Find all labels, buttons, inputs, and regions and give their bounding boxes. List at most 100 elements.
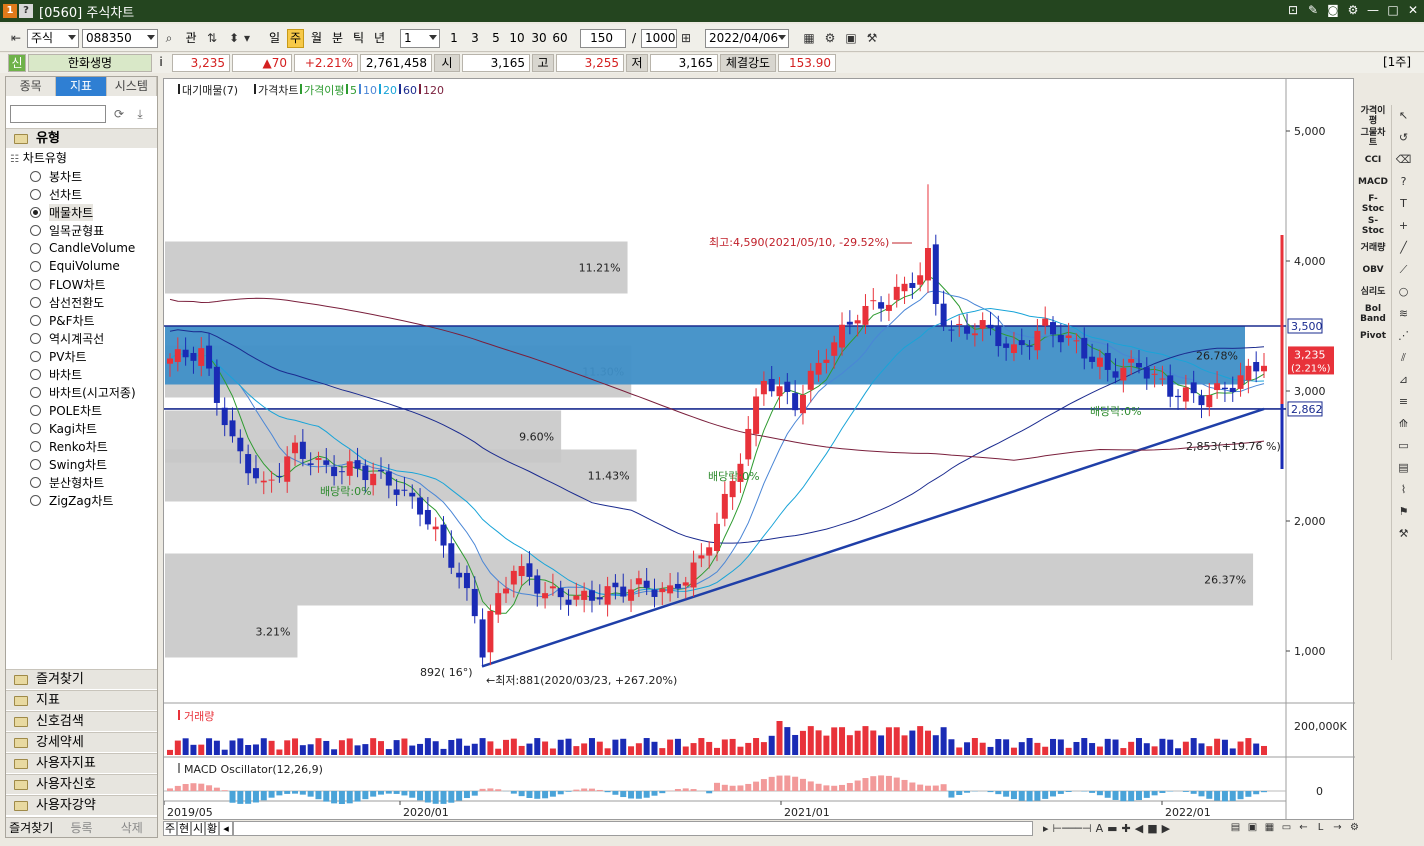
candle-body[interactable] bbox=[940, 303, 947, 326]
macd-bar[interactable] bbox=[487, 788, 494, 791]
excel-icon[interactable]: ▤ bbox=[1228, 820, 1243, 835]
macd-bar[interactable] bbox=[1245, 791, 1252, 797]
edit-icon[interactable]: ✎ bbox=[1306, 3, 1320, 17]
macd-bar[interactable] bbox=[471, 791, 478, 796]
candle-body[interactable] bbox=[284, 456, 291, 482]
candle-body[interactable] bbox=[1050, 322, 1057, 335]
volume-bar[interactable] bbox=[354, 745, 361, 755]
macd-bar[interactable] bbox=[245, 791, 252, 804]
volume-bar[interactable] bbox=[1151, 746, 1158, 755]
macd-bar[interactable] bbox=[831, 785, 838, 791]
macd-bar[interactable] bbox=[432, 791, 439, 804]
candle-body[interactable] bbox=[1206, 394, 1213, 408]
macd-bar[interactable] bbox=[346, 791, 353, 804]
candle-body[interactable] bbox=[581, 590, 588, 600]
save-icon[interactable]: ▣ bbox=[843, 30, 859, 46]
volume-bar[interactable] bbox=[338, 740, 345, 755]
radio-button[interactable] bbox=[30, 332, 41, 344]
macd-bar[interactable] bbox=[940, 784, 947, 791]
macd-bar[interactable] bbox=[1237, 791, 1244, 800]
volume-bar[interactable] bbox=[729, 738, 736, 755]
macd-bar[interactable] bbox=[1128, 791, 1135, 802]
candle-body[interactable] bbox=[948, 329, 955, 331]
skip-first-icon[interactable]: ⇤ bbox=[8, 30, 24, 46]
candle-body[interactable] bbox=[964, 326, 971, 334]
zoom-slider-icon[interactable]: ⊢───⊣ bbox=[1053, 820, 1092, 838]
volume-bar[interactable] bbox=[448, 739, 455, 755]
candle-body[interactable] bbox=[549, 586, 556, 589]
period-year[interactable]: 년 bbox=[371, 29, 388, 48]
favorites-footer-button[interactable]: 즐겨찾기 bbox=[6, 818, 56, 837]
candle-body[interactable] bbox=[424, 509, 431, 525]
volume-bar[interactable] bbox=[924, 730, 931, 755]
multi-chart-icon[interactable]: ▦ bbox=[1262, 820, 1277, 835]
volume-bar[interactable] bbox=[737, 746, 744, 755]
candle-body[interactable] bbox=[674, 583, 681, 589]
quick-indicator-button[interactable]: 거래량 bbox=[1358, 237, 1388, 259]
volume-bar[interactable] bbox=[753, 738, 760, 755]
stock-code-input[interactable]: 088350 bbox=[82, 29, 158, 48]
candle-body[interactable] bbox=[409, 492, 416, 497]
volume-bar[interactable] bbox=[995, 739, 1002, 755]
period-week[interactable]: 주 bbox=[287, 29, 304, 48]
auto-trend-icon[interactable]: ⟰ bbox=[1392, 413, 1415, 435]
volume-bar[interactable] bbox=[495, 748, 502, 755]
radio-button[interactable] bbox=[30, 242, 41, 254]
candle-body[interactable] bbox=[729, 481, 736, 498]
candle-body[interactable] bbox=[753, 396, 760, 434]
volume-bar[interactable] bbox=[854, 730, 861, 755]
macd-bar[interactable] bbox=[909, 782, 916, 791]
refresh-icon[interactable]: ⟳ bbox=[110, 105, 128, 123]
candle-body[interactable] bbox=[1112, 371, 1119, 378]
volume-bar[interactable] bbox=[885, 727, 892, 755]
macd-bar[interactable] bbox=[331, 791, 338, 804]
macd-bar[interactable] bbox=[604, 791, 611, 793]
chart-type-option[interactable]: 분산형차트 bbox=[30, 473, 136, 491]
macd-bar[interactable] bbox=[581, 788, 588, 791]
volume-bar[interactable] bbox=[315, 738, 322, 755]
quick-indicator-button[interactable]: 그물차트 bbox=[1358, 127, 1388, 149]
candle-body[interactable] bbox=[487, 610, 494, 653]
volume-bar[interactable] bbox=[393, 740, 400, 755]
trend-line[interactable] bbox=[481, 407, 1265, 668]
window-icon[interactable]: ▭ bbox=[1392, 435, 1415, 457]
candle-body[interactable] bbox=[526, 563, 533, 577]
macd-bar[interactable] bbox=[354, 791, 361, 802]
macd-bar[interactable] bbox=[456, 791, 463, 801]
volume-bar[interactable] bbox=[760, 742, 767, 755]
candle-body[interactable] bbox=[987, 324, 994, 329]
macd-bar[interactable] bbox=[862, 778, 869, 791]
chart-type-option[interactable]: Swing차트 bbox=[30, 455, 136, 473]
volume-bar[interactable] bbox=[893, 727, 900, 755]
volume-bar[interactable] bbox=[206, 738, 213, 755]
close-icon[interactable]: ✕ bbox=[1406, 3, 1420, 17]
candle-body[interactable] bbox=[385, 471, 392, 486]
macd-bar[interactable] bbox=[206, 785, 213, 791]
macd-bar[interactable] bbox=[1003, 791, 1010, 797]
volume-bar[interactable] bbox=[1120, 748, 1127, 755]
volume-bar[interactable] bbox=[604, 748, 611, 755]
chart-type-option[interactable]: 선차트 bbox=[30, 185, 136, 203]
chart-type-option[interactable]: 봉차트 bbox=[30, 167, 136, 185]
candle-body[interactable] bbox=[979, 320, 986, 329]
volume-bar[interactable] bbox=[979, 742, 986, 755]
volume-bar[interactable] bbox=[471, 743, 478, 755]
volume-bar[interactable] bbox=[237, 738, 244, 755]
watch-button[interactable]: 관 bbox=[182, 29, 200, 48]
candle-body[interactable] bbox=[721, 493, 728, 519]
macd-bar[interactable] bbox=[252, 791, 259, 803]
candle-body[interactable] bbox=[448, 543, 455, 568]
section-header[interactable]: 사용자지표 bbox=[6, 753, 157, 773]
quick-indicator-button[interactable]: Bol Band bbox=[1358, 303, 1388, 325]
volume-bar[interactable] bbox=[362, 744, 369, 755]
candle-body[interactable] bbox=[565, 599, 572, 605]
macd-bar[interactable] bbox=[768, 776, 775, 791]
candle-body[interactable] bbox=[190, 353, 197, 361]
candle-body[interactable] bbox=[870, 300, 877, 302]
candle-body[interactable] bbox=[1143, 367, 1150, 379]
volume-bar[interactable] bbox=[1182, 741, 1189, 755]
volume-bar[interactable] bbox=[807, 726, 814, 755]
candle-body[interactable] bbox=[1089, 356, 1096, 362]
delete-button[interactable]: 삭제 bbox=[107, 818, 157, 837]
updown-icon[interactable]: ⬍ bbox=[226, 30, 242, 46]
